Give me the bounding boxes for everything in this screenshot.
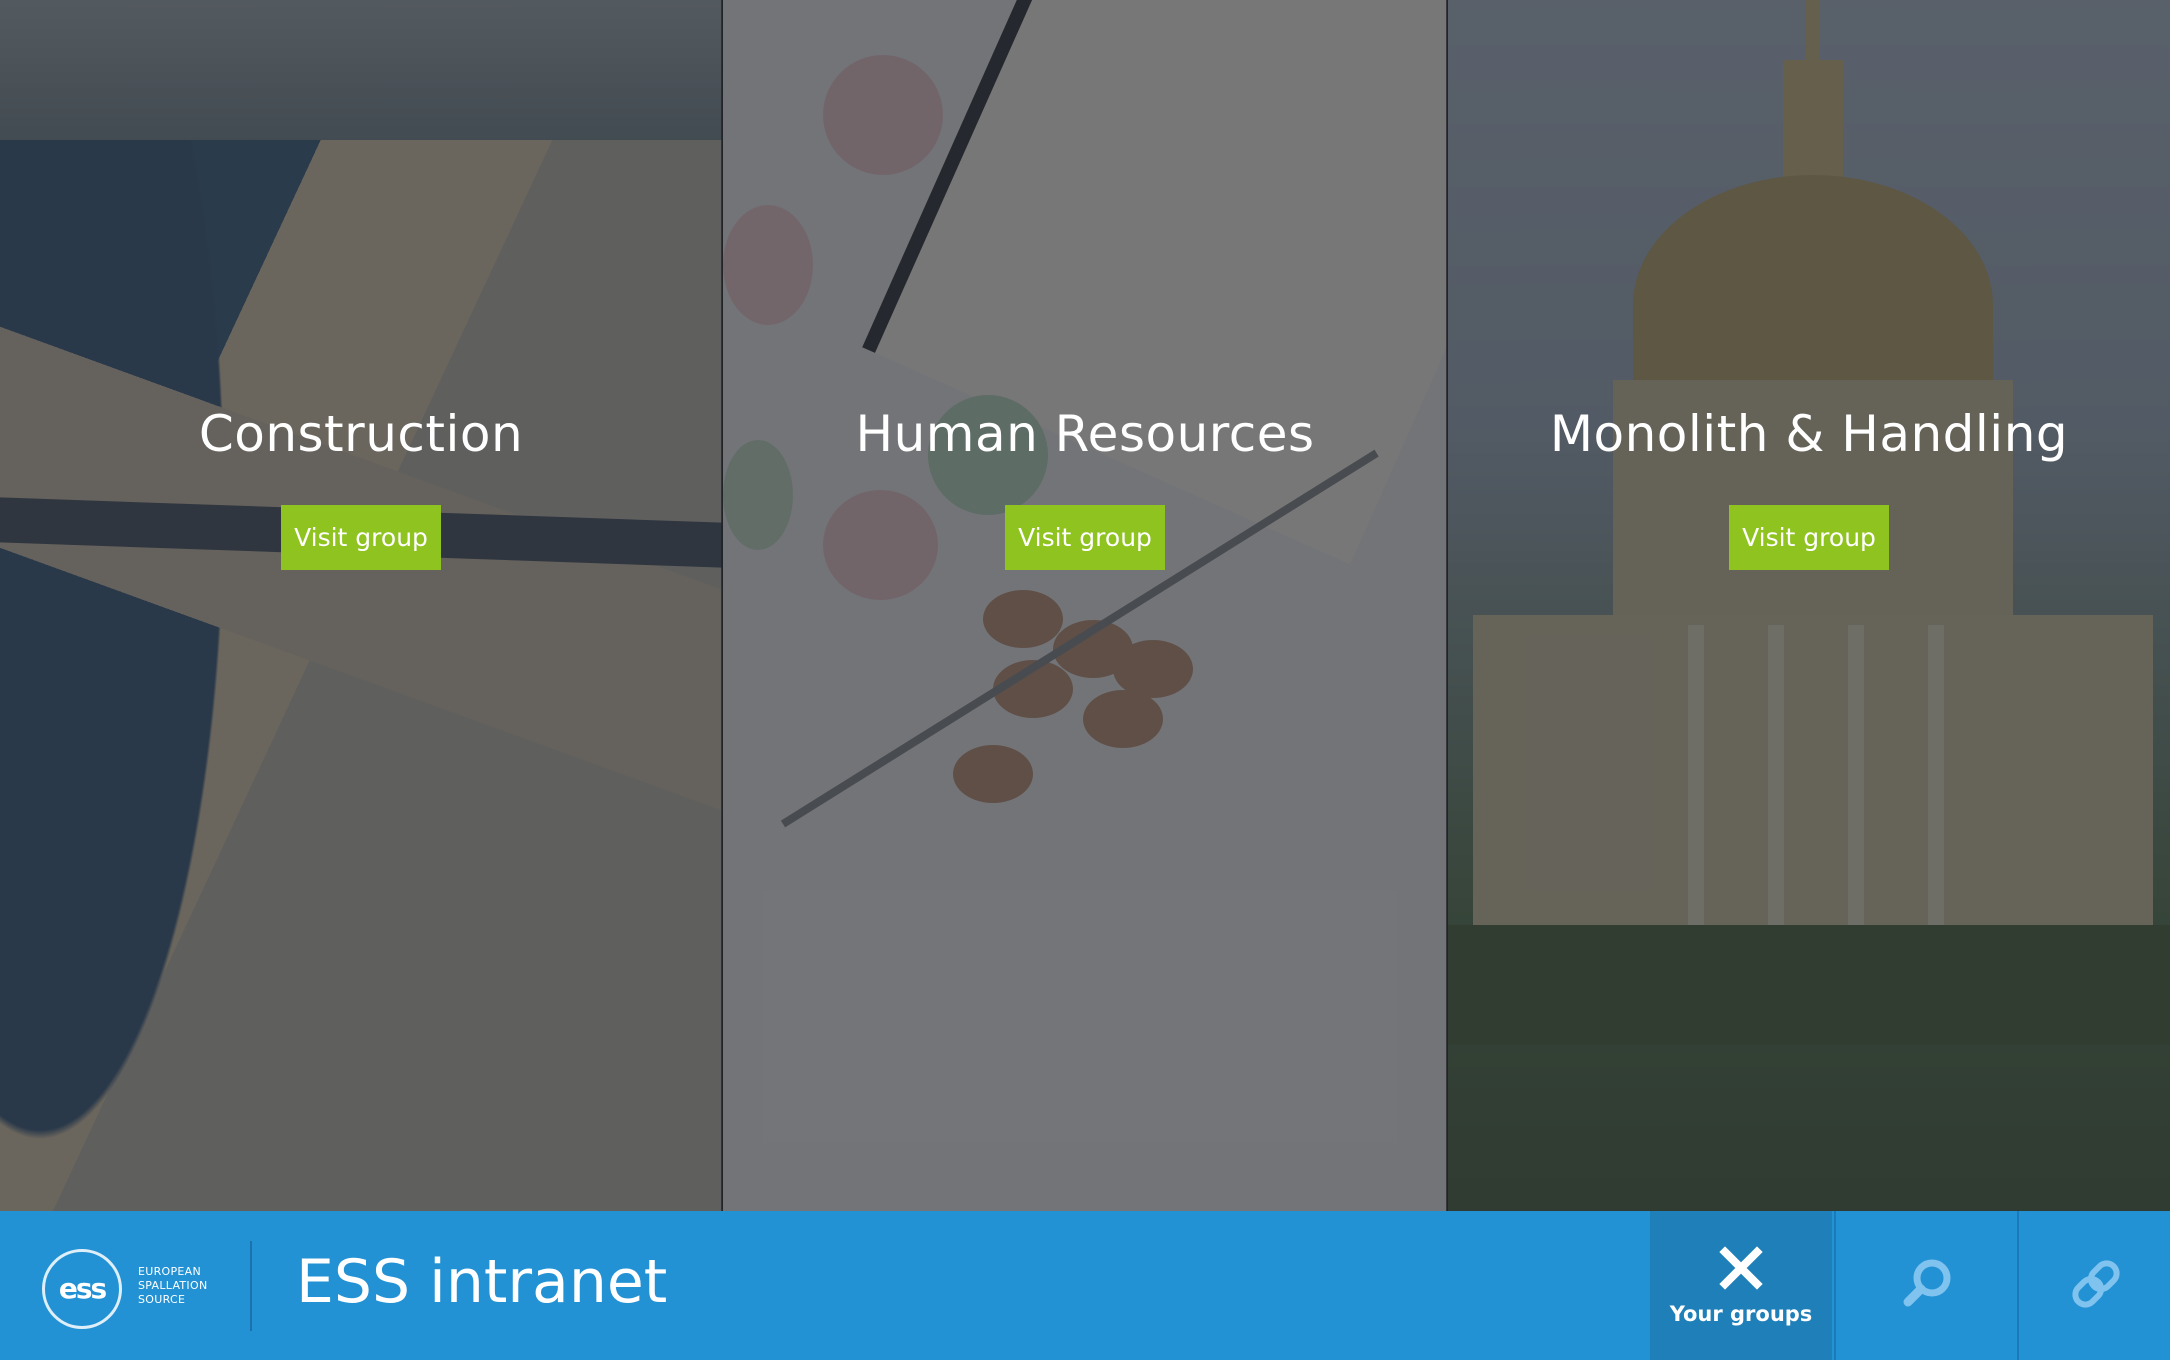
links-button[interactable] (2017, 1211, 2170, 1360)
group-panels: Construction Visit group Human Resources… (0, 0, 2170, 1211)
logo-line: SOURCE (138, 1293, 186, 1306)
panel-overlay (1448, 0, 2170, 1211)
visit-group-button-human-resources[interactable]: Visit group (1005, 505, 1165, 570)
visit-group-button-construction[interactable]: Visit group (281, 505, 441, 570)
close-icon (1719, 1245, 1763, 1294)
panel-construction: Construction Visit group (0, 0, 722, 1211)
bar-divider (250, 1241, 252, 1331)
site-title[interactable]: ESS intranet (296, 1247, 667, 1317)
logo-line: SPALLATION (138, 1279, 208, 1292)
logo-line: EUROPEAN (138, 1265, 202, 1278)
your-groups-label: Your groups (1669, 1301, 1813, 1326)
panel-overlay (0, 0, 722, 1211)
visit-group-button-monolith-handling[interactable]: Visit group (1729, 505, 1889, 570)
panel-title: Human Resources (855, 405, 1315, 463)
your-groups-button[interactable]: Your groups (1650, 1211, 1832, 1360)
panel-human-resources: Human Resources Visit group (723, 0, 1447, 1211)
ess-logo-text: EUROPEAN SPALLATION SOURCE (138, 1265, 207, 1307)
panel-title: Construction (198, 405, 524, 463)
ess-logo[interactable]: ess EUROPEAN SPALLATION SOURCE (38, 1241, 228, 1331)
panel-title: Monolith & Handling (1549, 405, 2069, 463)
link-icon (2067, 1255, 2125, 1317)
ess-logo-mark: ess (42, 1249, 122, 1329)
search-button[interactable] (1834, 1211, 2018, 1360)
panel-overlay (723, 0, 1447, 1211)
panel-monolith-handling: Monolith & Handling Visit group (1448, 0, 2170, 1211)
search-icon (1899, 1256, 1955, 1316)
bottom-navigation-bar: ess EUROPEAN SPALLATION SOURCE ESS intra… (0, 1211, 2170, 1360)
